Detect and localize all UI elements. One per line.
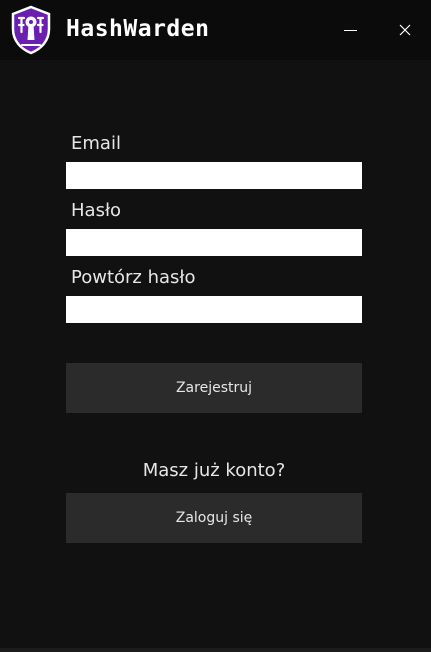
title-bar[interactable]: HashWarden [0,0,431,60]
close-icon [399,24,411,36]
app-window: HashWarden Email Hasło Powtórz hasło Zar… [0,0,431,652]
email-label: Email [71,133,121,154]
login-button-label: Zaloguj się [175,510,253,526]
register-button-label: Zarejestruj [175,380,253,396]
minimize-button[interactable] [330,12,370,48]
email-field[interactable] [66,162,362,189]
minimize-icon [343,29,357,31]
repeat-password-label: Powtórz hasło [71,267,196,288]
close-button[interactable] [385,12,425,48]
shield-keyhole-icon [11,5,51,55]
register-button[interactable]: Zarejestruj [66,363,362,413]
login-prompt: Masz już konto? [142,460,286,481]
window-bottom-edge [0,648,431,652]
password-label: Hasło [71,200,122,221]
password-field[interactable] [66,229,362,256]
login-button[interactable]: Zaloguj się [66,493,362,543]
app-title: HashWarden [66,16,210,42]
repeat-password-field[interactable] [66,296,362,323]
